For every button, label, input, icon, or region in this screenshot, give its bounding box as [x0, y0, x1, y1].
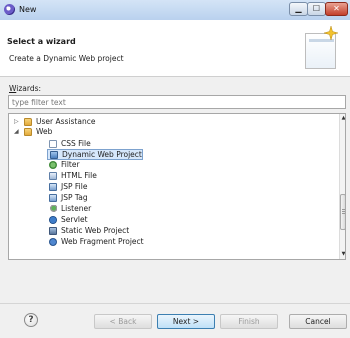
next-button-label: Next > [172, 317, 200, 326]
scroll-up-arrow-icon[interactable]: ▲ [340, 114, 345, 123]
wizards-label: Wizards: [9, 84, 42, 93]
web-fragment-project-icon [49, 238, 57, 246]
tree-item-web[interactable]: ◢ Web [14, 127, 214, 137]
tree-item-jsp-file[interactable]: JSP File [49, 182, 249, 192]
tree-item-label: JSP File [61, 182, 88, 191]
tree-item-label: JSP Tag [61, 193, 88, 202]
tree-item-label: Filter [61, 160, 80, 169]
jsp-file-icon [49, 183, 57, 191]
folder-icon [24, 128, 32, 136]
wizard-header: Select a wizard Create a Dynamic Web pro… [0, 20, 350, 77]
tree-item-css-file[interactable]: CSS File [49, 139, 249, 149]
tree-item-label: Dynamic Web Project [62, 150, 142, 159]
tree-item-label: User Assistance [36, 117, 96, 126]
tree-item-listener[interactable]: Listener [49, 204, 249, 214]
finish-button-label: Finish [238, 317, 260, 326]
tree-item-label: HTML File [61, 171, 97, 180]
filter-input[interactable] [8, 95, 346, 109]
tree-item-label: Listener [61, 204, 92, 213]
tree-item-dynamic-web-project[interactable]: Dynamic Web Project [47, 149, 143, 160]
page-description: Create a Dynamic Web project [9, 54, 124, 63]
dynamic-web-project-icon [50, 151, 58, 159]
maximize-icon: ☐ [312, 4, 321, 13]
tree-item-web-fragment-project[interactable]: Web Fragment Project [49, 237, 249, 247]
help-icon[interactable]: ? [24, 313, 38, 327]
grip-icon [342, 209, 345, 215]
folder-icon [24, 118, 32, 126]
tree-item-jsp-tag[interactable]: JSP Tag [49, 193, 249, 203]
page-title: Select a wizard [7, 37, 76, 46]
tree-item-static-web-project[interactable]: Static Web Project [49, 226, 249, 236]
html-file-icon [49, 172, 57, 180]
css-file-icon [49, 140, 57, 148]
wizard-tree[interactable]: ▷ User Assistance ◢ Web CSS File Dynamic… [8, 113, 346, 260]
servlet-icon [49, 216, 57, 224]
cancel-button[interactable]: Cancel [289, 314, 347, 329]
scrollbar-thumb[interactable] [340, 194, 345, 230]
window-title: New [19, 5, 37, 14]
jsp-tag-icon [49, 194, 57, 202]
tree-item-label: Servlet [61, 215, 88, 224]
cancel-button-label: Cancel [305, 317, 331, 326]
finish-button[interactable]: Finish [220, 314, 278, 329]
minimize-icon: ▁ [295, 4, 302, 13]
back-button[interactable]: < Back [94, 314, 152, 329]
minimize-button[interactable]: ▁ [289, 2, 308, 16]
tree-item-label: Static Web Project [61, 226, 130, 235]
tree-item-html-file[interactable]: HTML File [49, 171, 249, 181]
tree-item-filter[interactable]: Filter [49, 160, 249, 170]
tree-item-user-assistance[interactable]: ▷ User Assistance [14, 117, 214, 127]
filter-icon [49, 161, 57, 169]
collapse-arrow-icon[interactable]: ◢ [14, 127, 20, 137]
tree-item-label: Web [36, 127, 53, 136]
tree-scrollbar[interactable]: ▲ ▼ [339, 114, 345, 259]
tree-item-servlet[interactable]: Servlet [49, 215, 249, 225]
back-button-label: < Back [109, 317, 137, 326]
new-wizard-dialog: New ▁ ☐ ✕ Select a wizard Create a Dynam… [0, 0, 350, 338]
tree-item-label: Web Fragment Project [61, 237, 144, 246]
expand-arrow-icon[interactable]: ▷ [14, 117, 20, 127]
sparkle-icon [324, 26, 338, 40]
close-button[interactable]: ✕ [325, 2, 348, 16]
tree-item-label: CSS File [61, 139, 91, 148]
maximize-button[interactable]: ☐ [307, 2, 326, 16]
footer-separator [0, 303, 350, 304]
listener-icon [49, 205, 57, 213]
close-icon: ✕ [333, 4, 340, 13]
scroll-down-arrow-icon[interactable]: ▼ [340, 250, 345, 259]
next-button[interactable]: Next > [157, 314, 215, 329]
eclipse-icon [4, 4, 15, 15]
static-web-project-icon [49, 227, 57, 235]
title-bar: New ▁ ☐ ✕ [0, 0, 350, 21]
